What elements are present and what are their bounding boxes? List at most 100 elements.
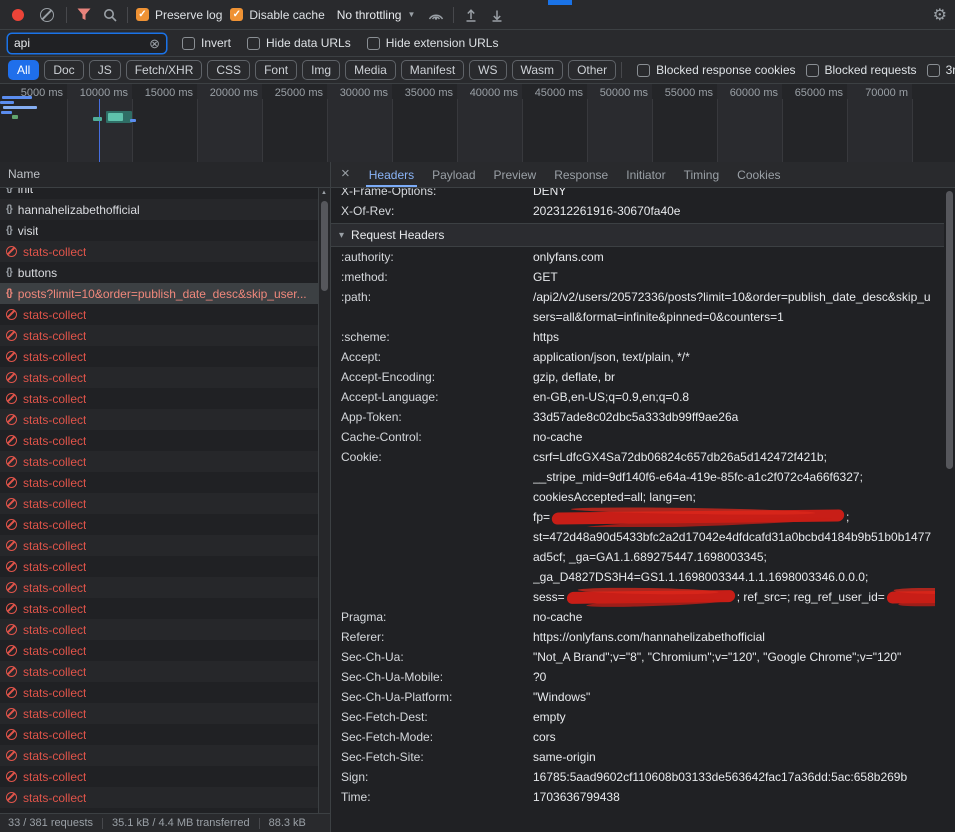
import-har-icon[interactable] — [462, 6, 480, 24]
close-details-icon[interactable]: × — [335, 165, 360, 184]
request-list-scrollbar[interactable]: ▲ — [318, 188, 330, 813]
request-row[interactable]: stats-collect — [0, 535, 330, 556]
request-row[interactable]: stats-collect — [0, 598, 330, 619]
request-row[interactable]: stats-collect — [0, 451, 330, 472]
request-row[interactable]: stats-collect — [0, 241, 330, 262]
header-value: 16785:5aad9602cf110608b03133de563642fac1… — [533, 767, 941, 787]
request-name: stats-collect — [23, 665, 86, 679]
preserve-log-checkbox[interactable]: ✓ Preserve log — [136, 8, 222, 22]
header-name: Sec-Ch-Ua-Mobile: — [341, 667, 533, 687]
type-filter-all[interactable]: All — [8, 60, 39, 80]
timeline-overview[interactable]: 5000 ms10000 ms15000 ms20000 ms25000 ms3… — [0, 84, 955, 163]
triangle-down-icon: ▾ — [339, 230, 344, 241]
filter-checkbox-blocked-response-cookies[interactable]: Blocked response cookies — [637, 63, 795, 77]
request-row[interactable]: stats-collect — [0, 346, 330, 367]
request-row[interactable]: stats-collect — [0, 640, 330, 661]
request-row[interactable]: stats-collect — [0, 724, 330, 745]
blocked-request-icon — [6, 477, 17, 488]
request-row[interactable]: stats-collect — [0, 388, 330, 409]
scroll-up-icon[interactable]: ▲ — [321, 190, 327, 196]
header-row: X-Of-Rev:202312261916-30670fa40e — [331, 201, 944, 221]
hide-extension-urls-checkbox[interactable]: Hide extension URLs — [367, 36, 499, 50]
request-row[interactable]: stats-collect — [0, 556, 330, 577]
request-row[interactable]: stats-collect — [0, 514, 330, 535]
type-filter-ws[interactable]: WS — [469, 60, 506, 80]
type-filter-fetch-xhr[interactable]: Fetch/XHR — [126, 60, 203, 80]
request-row[interactable]: stats-collect — [0, 703, 330, 724]
request-row[interactable]: stats-collect — [0, 766, 330, 787]
search-icon[interactable] — [101, 6, 119, 24]
tab-initiator[interactable]: Initiator — [617, 162, 674, 187]
request-row[interactable]: stats-collect — [0, 367, 330, 388]
clear-network-log-button[interactable] — [40, 8, 54, 22]
type-filter-doc[interactable]: Doc — [44, 60, 83, 80]
details-scrollbar[interactable] — [944, 188, 955, 832]
request-row[interactable]: stats-collect — [0, 325, 330, 346]
request-row[interactable]: stats-collect — [0, 787, 330, 808]
request-row[interactable]: stats-collect — [0, 577, 330, 598]
scrollbar-thumb[interactable] — [946, 191, 953, 469]
type-filter-other[interactable]: Other — [568, 60, 616, 80]
name-column-header[interactable]: Name — [0, 162, 330, 188]
tab-timing[interactable]: Timing — [675, 162, 729, 187]
tab-response[interactable]: Response — [545, 162, 617, 187]
request-row[interactable]: stats-collect — [0, 745, 330, 766]
request-row[interactable]: stats-collect — [0, 493, 330, 514]
invert-checkbox[interactable]: Invert — [182, 36, 231, 50]
filter-input[interactable]: api ⊗ — [8, 34, 166, 53]
type-filter-img[interactable]: Img — [302, 60, 340, 80]
timeline-gridline — [782, 99, 783, 162]
header-name: X-Frame-Options: — [341, 188, 533, 201]
checkbox-unchecked-icon — [247, 37, 260, 50]
record-network-log-button[interactable] — [12, 9, 24, 21]
request-row[interactable]: stats-collect — [0, 409, 330, 430]
network-conditions-icon[interactable] — [427, 6, 445, 24]
blocked-request-icon — [6, 666, 17, 677]
request-row[interactable]: stats-collect — [0, 304, 330, 325]
filter-icon[interactable] — [75, 6, 93, 24]
header-row: Accept-Encoding:gzip, deflate, br — [331, 367, 944, 387]
timeline-label: 10000 ms — [80, 87, 132, 99]
hide-data-urls-checkbox[interactable]: Hide data URLs — [247, 36, 351, 50]
type-filter-js[interactable]: JS — [89, 60, 121, 80]
settings-gear-icon[interactable]: ⚙ — [933, 5, 947, 25]
tab-cookies[interactable]: Cookies — [728, 162, 789, 187]
disable-cache-label: Disable cache — [249, 8, 324, 22]
clear-filter-icon[interactable]: ⊗ — [149, 37, 160, 50]
type-filter-css[interactable]: CSS — [207, 60, 250, 80]
blocked-request-icon — [6, 582, 17, 593]
request-row[interactable]: stats-collect — [0, 619, 330, 640]
request-row[interactable]: {}posts?limit=10&order=publish_date_desc… — [0, 283, 330, 304]
request-name: visit — [18, 224, 39, 238]
script-icon: {} — [6, 288, 12, 299]
script-icon: {} — [6, 267, 12, 278]
tab-headers[interactable]: Headers — [360, 162, 423, 187]
request-row[interactable]: {}hannahelizabethofficial — [0, 199, 330, 220]
request-row[interactable]: stats-collect — [0, 472, 330, 493]
tab-payload[interactable]: Payload — [423, 162, 484, 187]
type-filter-font[interactable]: Font — [255, 60, 297, 80]
header-value: /api2/v2/users/20572336/posts?limit=10&o… — [533, 287, 941, 327]
blocked-request-icon — [6, 603, 17, 614]
request-row[interactable]: {}visit — [0, 220, 330, 241]
toolbar-divider — [621, 62, 622, 78]
filter-checkbox-3rd-party-requests[interactable]: 3rd-party requests — [927, 63, 955, 77]
blocked-request-icon — [6, 645, 17, 656]
request-headers-section[interactable]: ▾ Request Headers — [331, 224, 944, 247]
request-row[interactable]: {}buttons — [0, 262, 330, 283]
scrollbar-thumb[interactable] — [321, 201, 328, 291]
request-row[interactable]: stats-collect — [0, 682, 330, 703]
type-filter-manifest[interactable]: Manifest — [401, 60, 464, 80]
type-filter-wasm[interactable]: Wasm — [512, 60, 564, 80]
disable-cache-checkbox[interactable]: ✓ Disable cache — [230, 8, 324, 22]
throttling-select[interactable]: No throttling ▼ — [333, 6, 420, 24]
header-value: application/json, text/plain, */* — [533, 347, 941, 367]
request-row[interactable]: {}init — [0, 188, 330, 199]
tab-preview[interactable]: Preview — [485, 162, 546, 187]
request-row[interactable]: stats-collect — [0, 661, 330, 682]
header-value: onlyfans.com — [533, 247, 941, 267]
filter-checkbox-blocked-requests[interactable]: Blocked requests — [806, 63, 917, 77]
request-row[interactable]: stats-collect — [0, 430, 330, 451]
export-har-icon[interactable] — [488, 6, 506, 24]
type-filter-media[interactable]: Media — [345, 60, 396, 80]
